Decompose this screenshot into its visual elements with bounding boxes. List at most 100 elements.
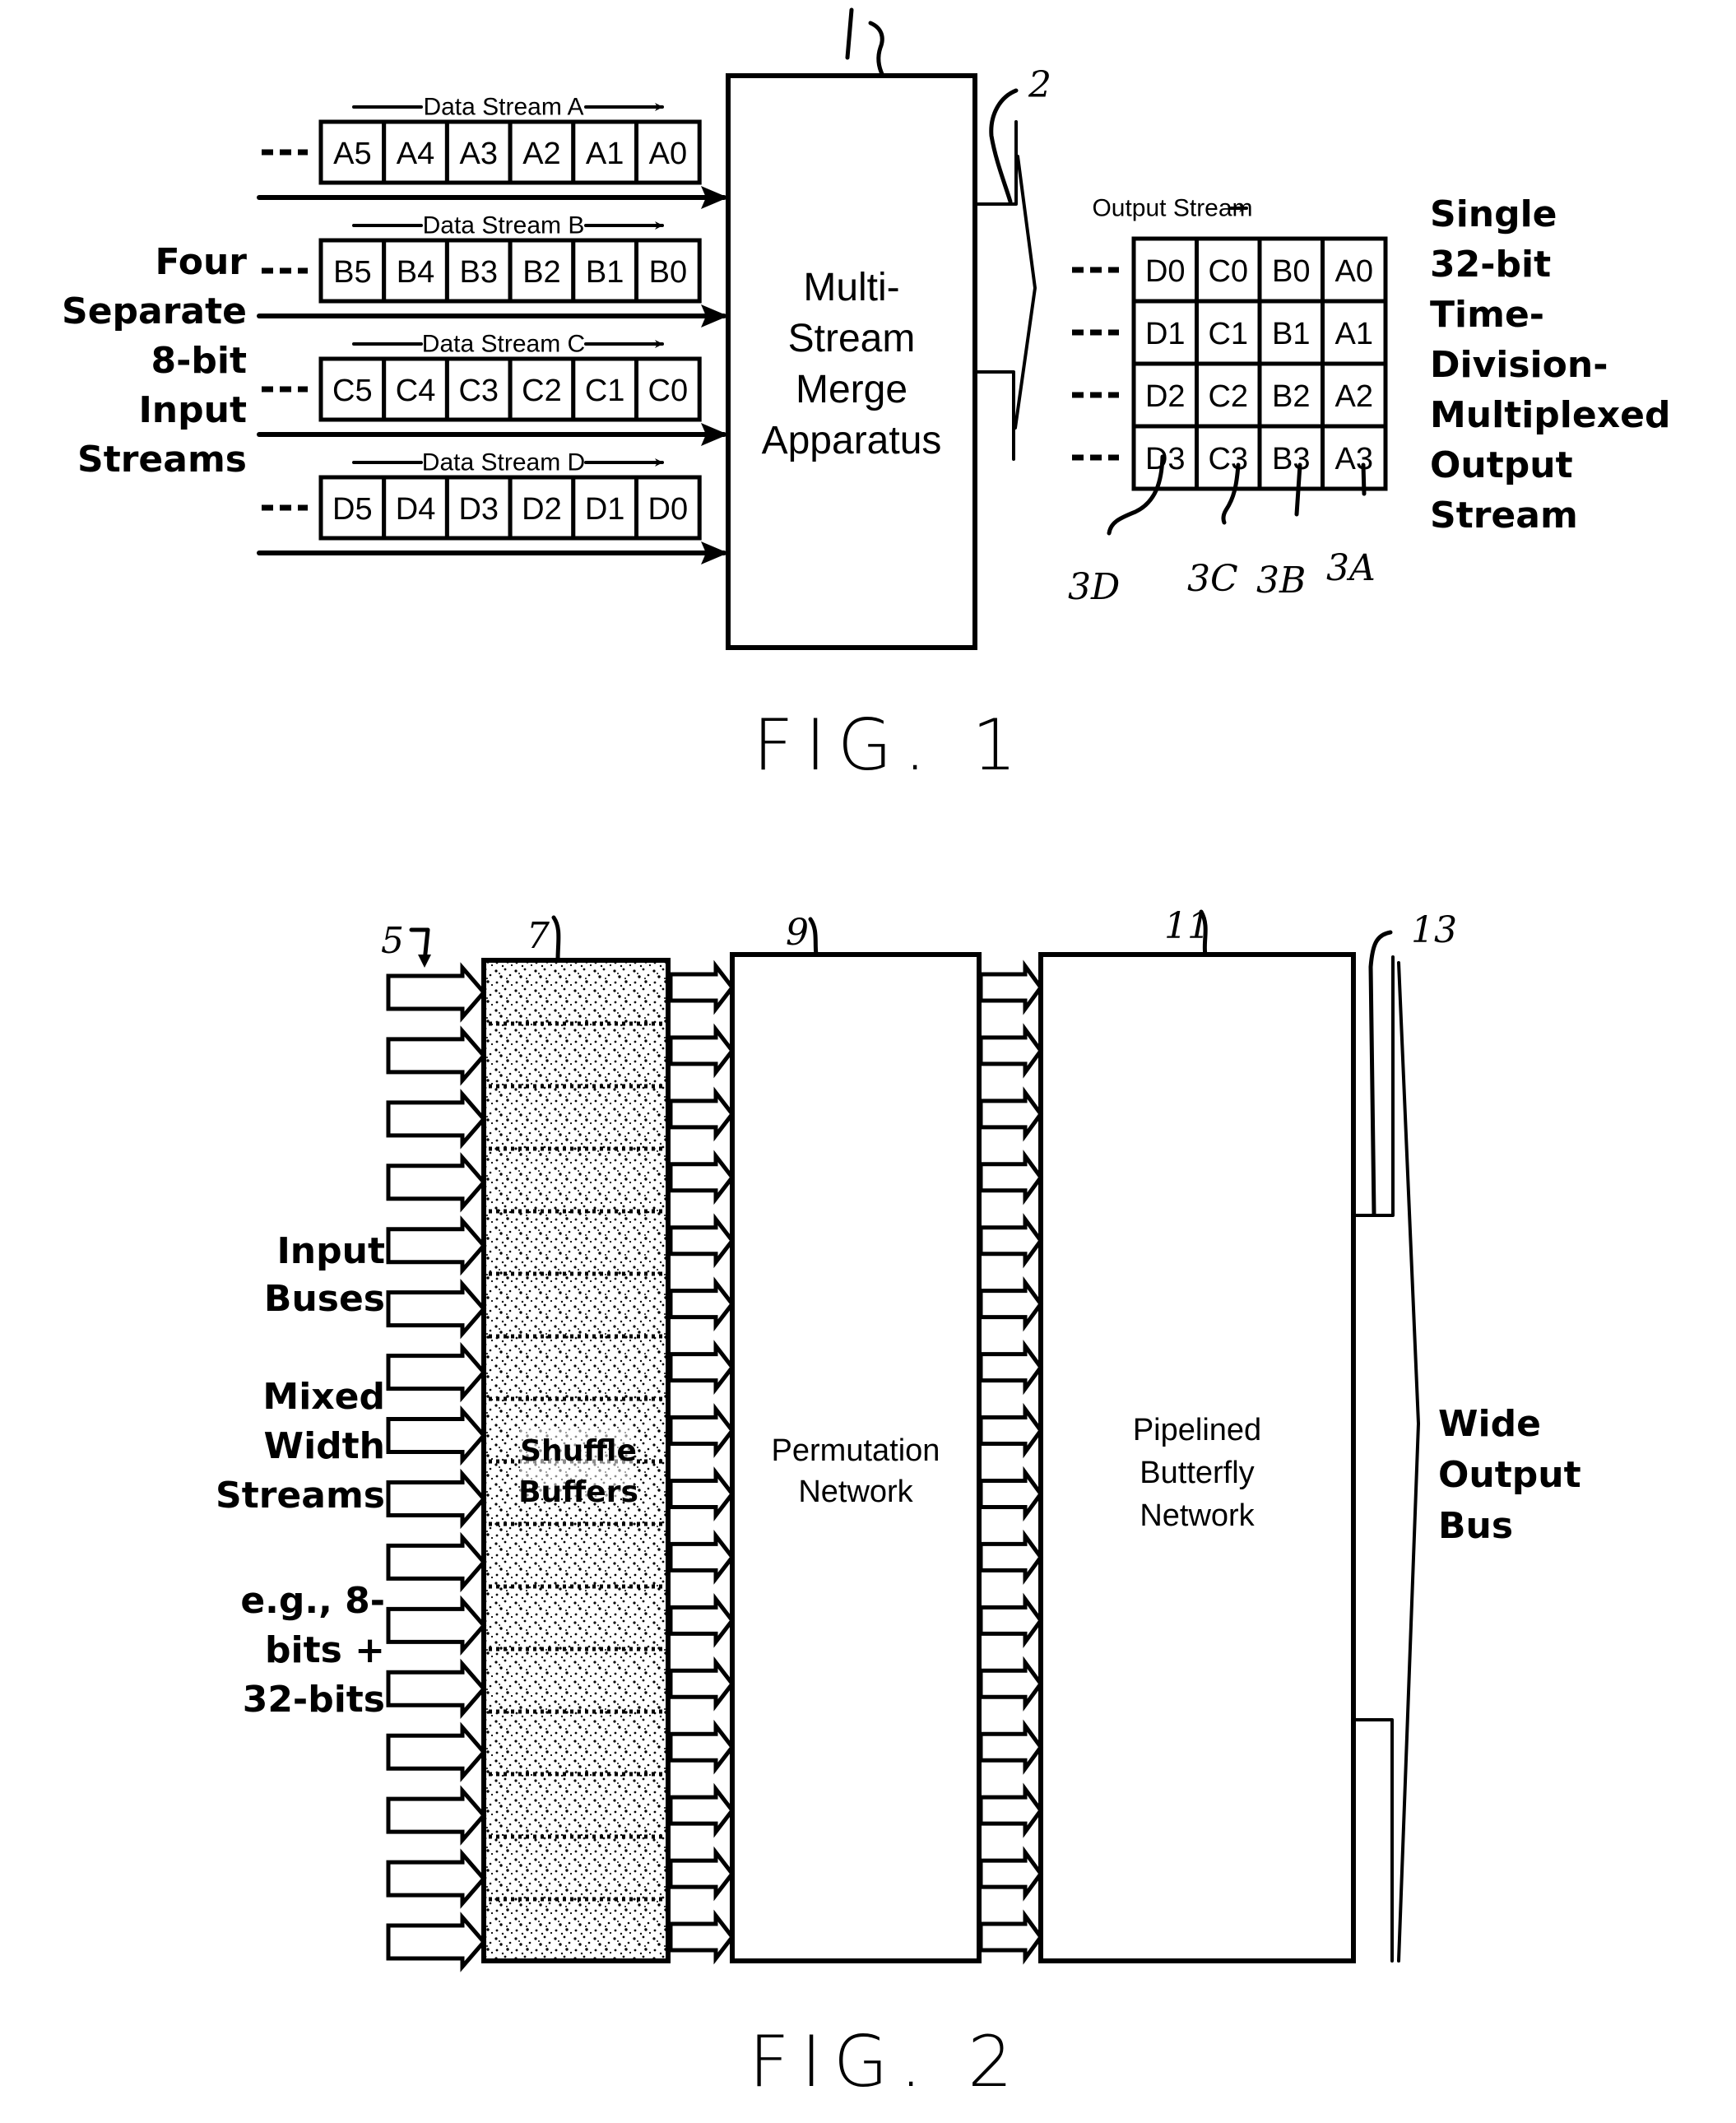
output-cell-label: C2 [1208, 379, 1248, 414]
label-line: Separate [62, 290, 247, 332]
bus-arrow [386, 1341, 487, 1403]
fig1-input-streams: Data Stream A A5 A4 A3 A2 A1 A0 Data Stream B B5… [257, 94, 728, 564]
input-buses [386, 962, 487, 1972]
bus-arrow [668, 1656, 736, 1712]
data-cell-label: A5 [333, 137, 371, 171]
data-cell-label: A4 [397, 137, 434, 171]
input-stream-c: Data Stream C C5 C4 C3 C2 C1 C0 [257, 331, 728, 446]
data-cell-label: C0 [648, 374, 689, 408]
butterfly-network-label: Pipelined Butterfly Network [1133, 1413, 1261, 1533]
bus-arrow [386, 1405, 487, 1466]
output-cell-label: D1 [1145, 317, 1186, 351]
bus-arrow [978, 1719, 1044, 1775]
fig1-output-stub-bottom [973, 370, 1015, 461]
ref-5-arrowhead [418, 955, 431, 968]
bus-arrow [386, 1089, 487, 1150]
label-line: Stream [1430, 495, 1578, 537]
label-line: Stream [788, 317, 916, 360]
ref-1-leader [845, 7, 885, 78]
data-cell-label: D0 [648, 492, 689, 527]
bus-arrow [668, 1340, 736, 1395]
data-cell-label: A2 [522, 137, 560, 171]
bus-arrow [386, 1468, 487, 1530]
column-ref-label: 3B [1256, 560, 1306, 602]
label-line: Apparatus [762, 419, 942, 462]
data-cell-label: B5 [333, 255, 371, 290]
data-cell-label: D3 [458, 492, 499, 527]
label-line: Time- [1430, 294, 1544, 336]
ref-2-leader [989, 88, 1019, 204]
data-cell-label: B1 [586, 255, 624, 290]
data-cell-label: B4 [397, 255, 434, 290]
output-cell-label: D3 [1145, 442, 1186, 476]
bus-arrow [978, 1529, 1044, 1586]
label-line: Buffers [518, 1475, 638, 1509]
output-cell-label: A3 [1335, 442, 1373, 476]
label-line: 32-bit [1430, 244, 1551, 286]
ref-13-leader [1368, 930, 1393, 1216]
label-line: Four [155, 241, 247, 283]
data-cell-label: D1 [585, 492, 625, 527]
ref-7-label: 7 [527, 915, 550, 957]
ref-13-label: 13 [1411, 909, 1457, 951]
label-line: Pipelined [1133, 1413, 1261, 1447]
stream-label: Data Stream C [422, 331, 585, 358]
bus-arrow [668, 1213, 736, 1269]
output-cell-label: B3 [1272, 442, 1310, 476]
label-line: Multi- [803, 266, 899, 309]
data-cell-label: A0 [649, 137, 687, 171]
bus-arrow [668, 1403, 736, 1458]
label-line: Shuffle [520, 1434, 637, 1468]
figure-2: Shuffle Buffers Permutation Network Pipeli… [216, 905, 1581, 2103]
label-line: Output [1438, 1454, 1581, 1496]
bus-arrow [978, 1846, 1044, 1902]
data-cell-label: D4 [396, 492, 436, 527]
fig1-output-brace [1014, 155, 1037, 430]
label-line: bits + [265, 1629, 385, 1671]
label-line: Input [138, 389, 247, 431]
bus-arrow [978, 1466, 1044, 1522]
output-cell-label: B0 [1272, 254, 1310, 289]
bus-arrow [668, 1719, 736, 1775]
fig2-output-brace [1397, 961, 1420, 1963]
ref-2-label: 2 [1028, 64, 1051, 106]
label-line: 8-bit [151, 340, 248, 382]
label-line: Single [1430, 193, 1557, 235]
data-cell-label: D5 [332, 492, 373, 527]
bus-arrow [386, 1025, 487, 1086]
bus-arrow [668, 959, 736, 1015]
fig1-output-description-label: Single 32-bit Time- Division- Multiplexed Out… [1430, 193, 1670, 537]
bus-arrow [668, 1782, 736, 1838]
stream-label: Data Stream A [423, 94, 583, 121]
bus-arrow [386, 1215, 487, 1276]
label-line: Merge [796, 368, 907, 411]
data-cell-label: B2 [522, 255, 560, 290]
output-cell-label: C0 [1208, 254, 1248, 289]
bus-arrow [668, 1023, 736, 1079]
data-cell-label: B0 [649, 255, 687, 290]
fig1-input-streams-label: Four Separate 8-bit Input Streams [62, 241, 247, 481]
bus-arrow [668, 1150, 736, 1206]
data-cell-label: C4 [396, 374, 436, 408]
label-line: Streams [216, 1475, 385, 1517]
bus-arrow [386, 1848, 487, 1909]
stream-label: Data Stream D [422, 449, 585, 476]
ref-7-leader [551, 915, 561, 962]
fig2-output-stub-bottom [1352, 1718, 1394, 1963]
figure-1: Four Separate 8-bit Input Streams Data Strea… [62, 7, 1670, 787]
bus-arrow [386, 1152, 487, 1213]
permutation-to-butterfly-buses [978, 959, 1044, 1965]
label-line: Width [264, 1425, 385, 1467]
bus-arrow [668, 1530, 736, 1585]
label-line: Network [1140, 1498, 1255, 1533]
output-cell-label: D2 [1145, 379, 1186, 414]
fig2-input-buses-label: Input Buses Mixed Width Streams e.g., 8- bits … [216, 1230, 385, 1721]
output-cell-label: B2 [1272, 379, 1310, 414]
ref-3A-leader [1361, 462, 1367, 496]
bus-arrow [386, 1595, 487, 1656]
bus-arrow [668, 1466, 736, 1521]
label-line: Output [1430, 444, 1573, 486]
label-line: Input [276, 1230, 385, 1272]
bus-arrow [978, 1592, 1044, 1648]
column-ref-label: 3A [1326, 547, 1376, 589]
